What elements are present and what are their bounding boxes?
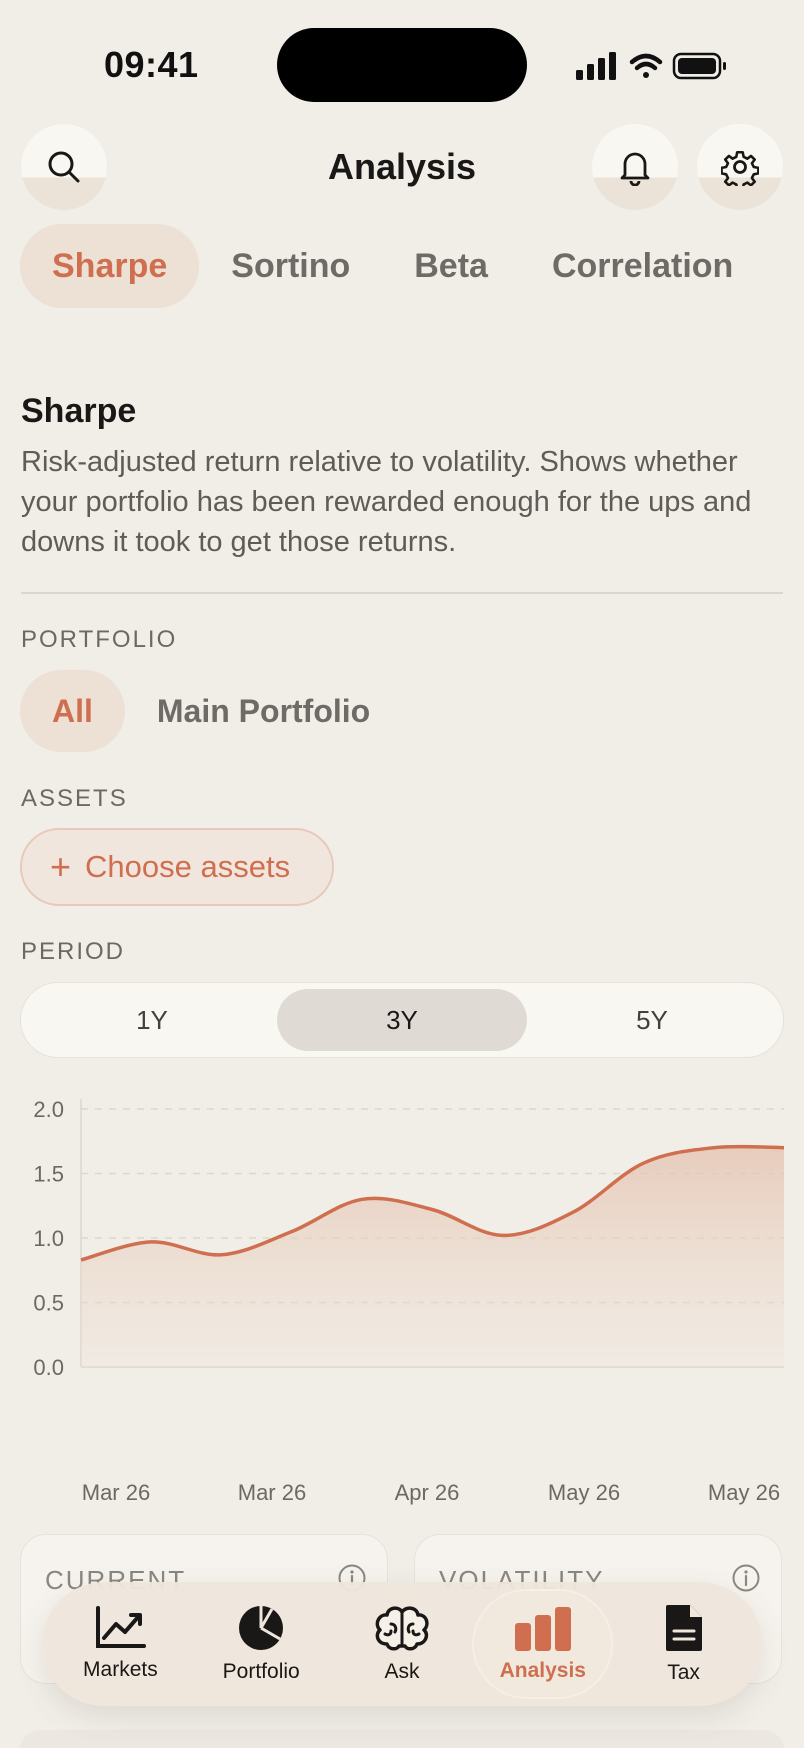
y-tick-label: 0.0 <box>33 1355 64 1380</box>
section-title: Sharpe <box>21 392 137 430</box>
tab-bar-label: Markets <box>83 1658 158 1681</box>
markets-chart-icon <box>96 1606 147 1648</box>
period-option-1y[interactable]: 1Y <box>27 989 277 1051</box>
choose-assets-label: Choose assets <box>85 849 291 884</box>
brain-icon <box>375 1606 429 1651</box>
period-option-5y[interactable]: 5Y <box>527 989 777 1051</box>
status-icons <box>574 46 734 86</box>
tab-bar-label: Tax <box>667 1661 700 1684</box>
y-tick-label: 1.0 <box>33 1226 64 1251</box>
tab-bar-ask[interactable]: Ask <box>332 1589 473 1699</box>
sharpe-chart: 2.0 1.5 1.0 0.5 0.0 Mar 26 Mar 26 Apr 26 May 26… <box>0 1080 804 1510</box>
chart-area <box>81 1146 784 1367</box>
sharpe-chart-svg: 2.0 1.5 1.0 0.5 0.0 Mar 26 Mar 26 Apr 26 May 26… <box>33 1097 785 1505</box>
wifi-icon <box>629 53 663 78</box>
choose-assets-button[interactable]: + Choose assets <box>20 828 334 906</box>
x-tick-label: Apr 26 <box>395 1480 460 1505</box>
bottom-tab-bar: Markets Portfolio Ask Analysis Tax <box>42 1582 762 1706</box>
bell-icon <box>620 152 650 186</box>
metric-tabs: Sharpe Sortino Beta Correlation <box>20 224 804 308</box>
x-tick-label: Mar 26 <box>82 1480 150 1505</box>
tab-bar-analysis[interactable]: Analysis <box>472 1589 614 1699</box>
info-icon[interactable] <box>731 1563 761 1593</box>
section-description: Risk-adjusted return relative to volatil… <box>21 446 752 558</box>
tab-bar-portfolio[interactable]: Portfolio <box>191 1589 332 1699</box>
header: Analysis <box>0 120 804 220</box>
document-icon <box>665 1605 702 1651</box>
x-tick-label: Mar 26 <box>238 1480 306 1505</box>
tab-correlation[interactable]: Correlation <box>520 224 765 308</box>
tab-bar-label: Portfolio <box>222 1660 300 1683</box>
pie-chart-icon <box>239 1606 284 1650</box>
portfolio-chip-main[interactable]: Main Portfolio <box>125 670 402 752</box>
status-time: 09:41 <box>104 44 199 85</box>
notifications-button[interactable] <box>592 124 678 210</box>
portfolio-label: PORTFOLIO <box>21 626 178 653</box>
tab-beta[interactable]: Beta <box>382 224 520 308</box>
portfolio-chips: All Main Portfolio <box>20 670 402 752</box>
tab-bar-tax[interactable]: Tax <box>613 1589 754 1699</box>
period-selector: 1Y 3Y 5Y <box>20 982 784 1058</box>
gear-icon <box>721 150 759 186</box>
battery-icon <box>672 52 726 80</box>
signal-icon <box>576 52 616 80</box>
tab-sharpe[interactable]: Sharpe <box>20 224 200 308</box>
page-title: Analysis <box>327 146 477 187</box>
period-option-3y[interactable]: 3Y <box>277 989 527 1051</box>
portfolio-chip-all[interactable]: All <box>20 670 125 752</box>
assets-label: ASSETS <box>21 785 128 812</box>
period-label: PERIOD <box>21 938 126 965</box>
y-tick-label: 0.5 <box>33 1291 64 1316</box>
x-tick-label: May 26 <box>708 1480 780 1505</box>
bar-chart-icon <box>514 1607 571 1651</box>
tab-bar-label: Ask <box>384 1660 420 1683</box>
tab-sortino[interactable]: Sortino <box>199 224 382 308</box>
status-bar: 09:41 <box>0 0 804 120</box>
dynamic-island <box>277 28 527 102</box>
tab-bar-markets[interactable]: Markets <box>50 1589 191 1699</box>
plus-icon: + <box>50 846 72 887</box>
y-tick-label: 2.0 <box>33 1097 64 1122</box>
bottom-card <box>20 1730 784 1748</box>
divider <box>21 592 783 594</box>
y-tick-label: 1.5 <box>33 1162 64 1187</box>
settings-button[interactable] <box>697 124 783 210</box>
tab-bar-label: Analysis <box>499 1659 586 1682</box>
x-tick-label: May 26 <box>548 1480 620 1505</box>
